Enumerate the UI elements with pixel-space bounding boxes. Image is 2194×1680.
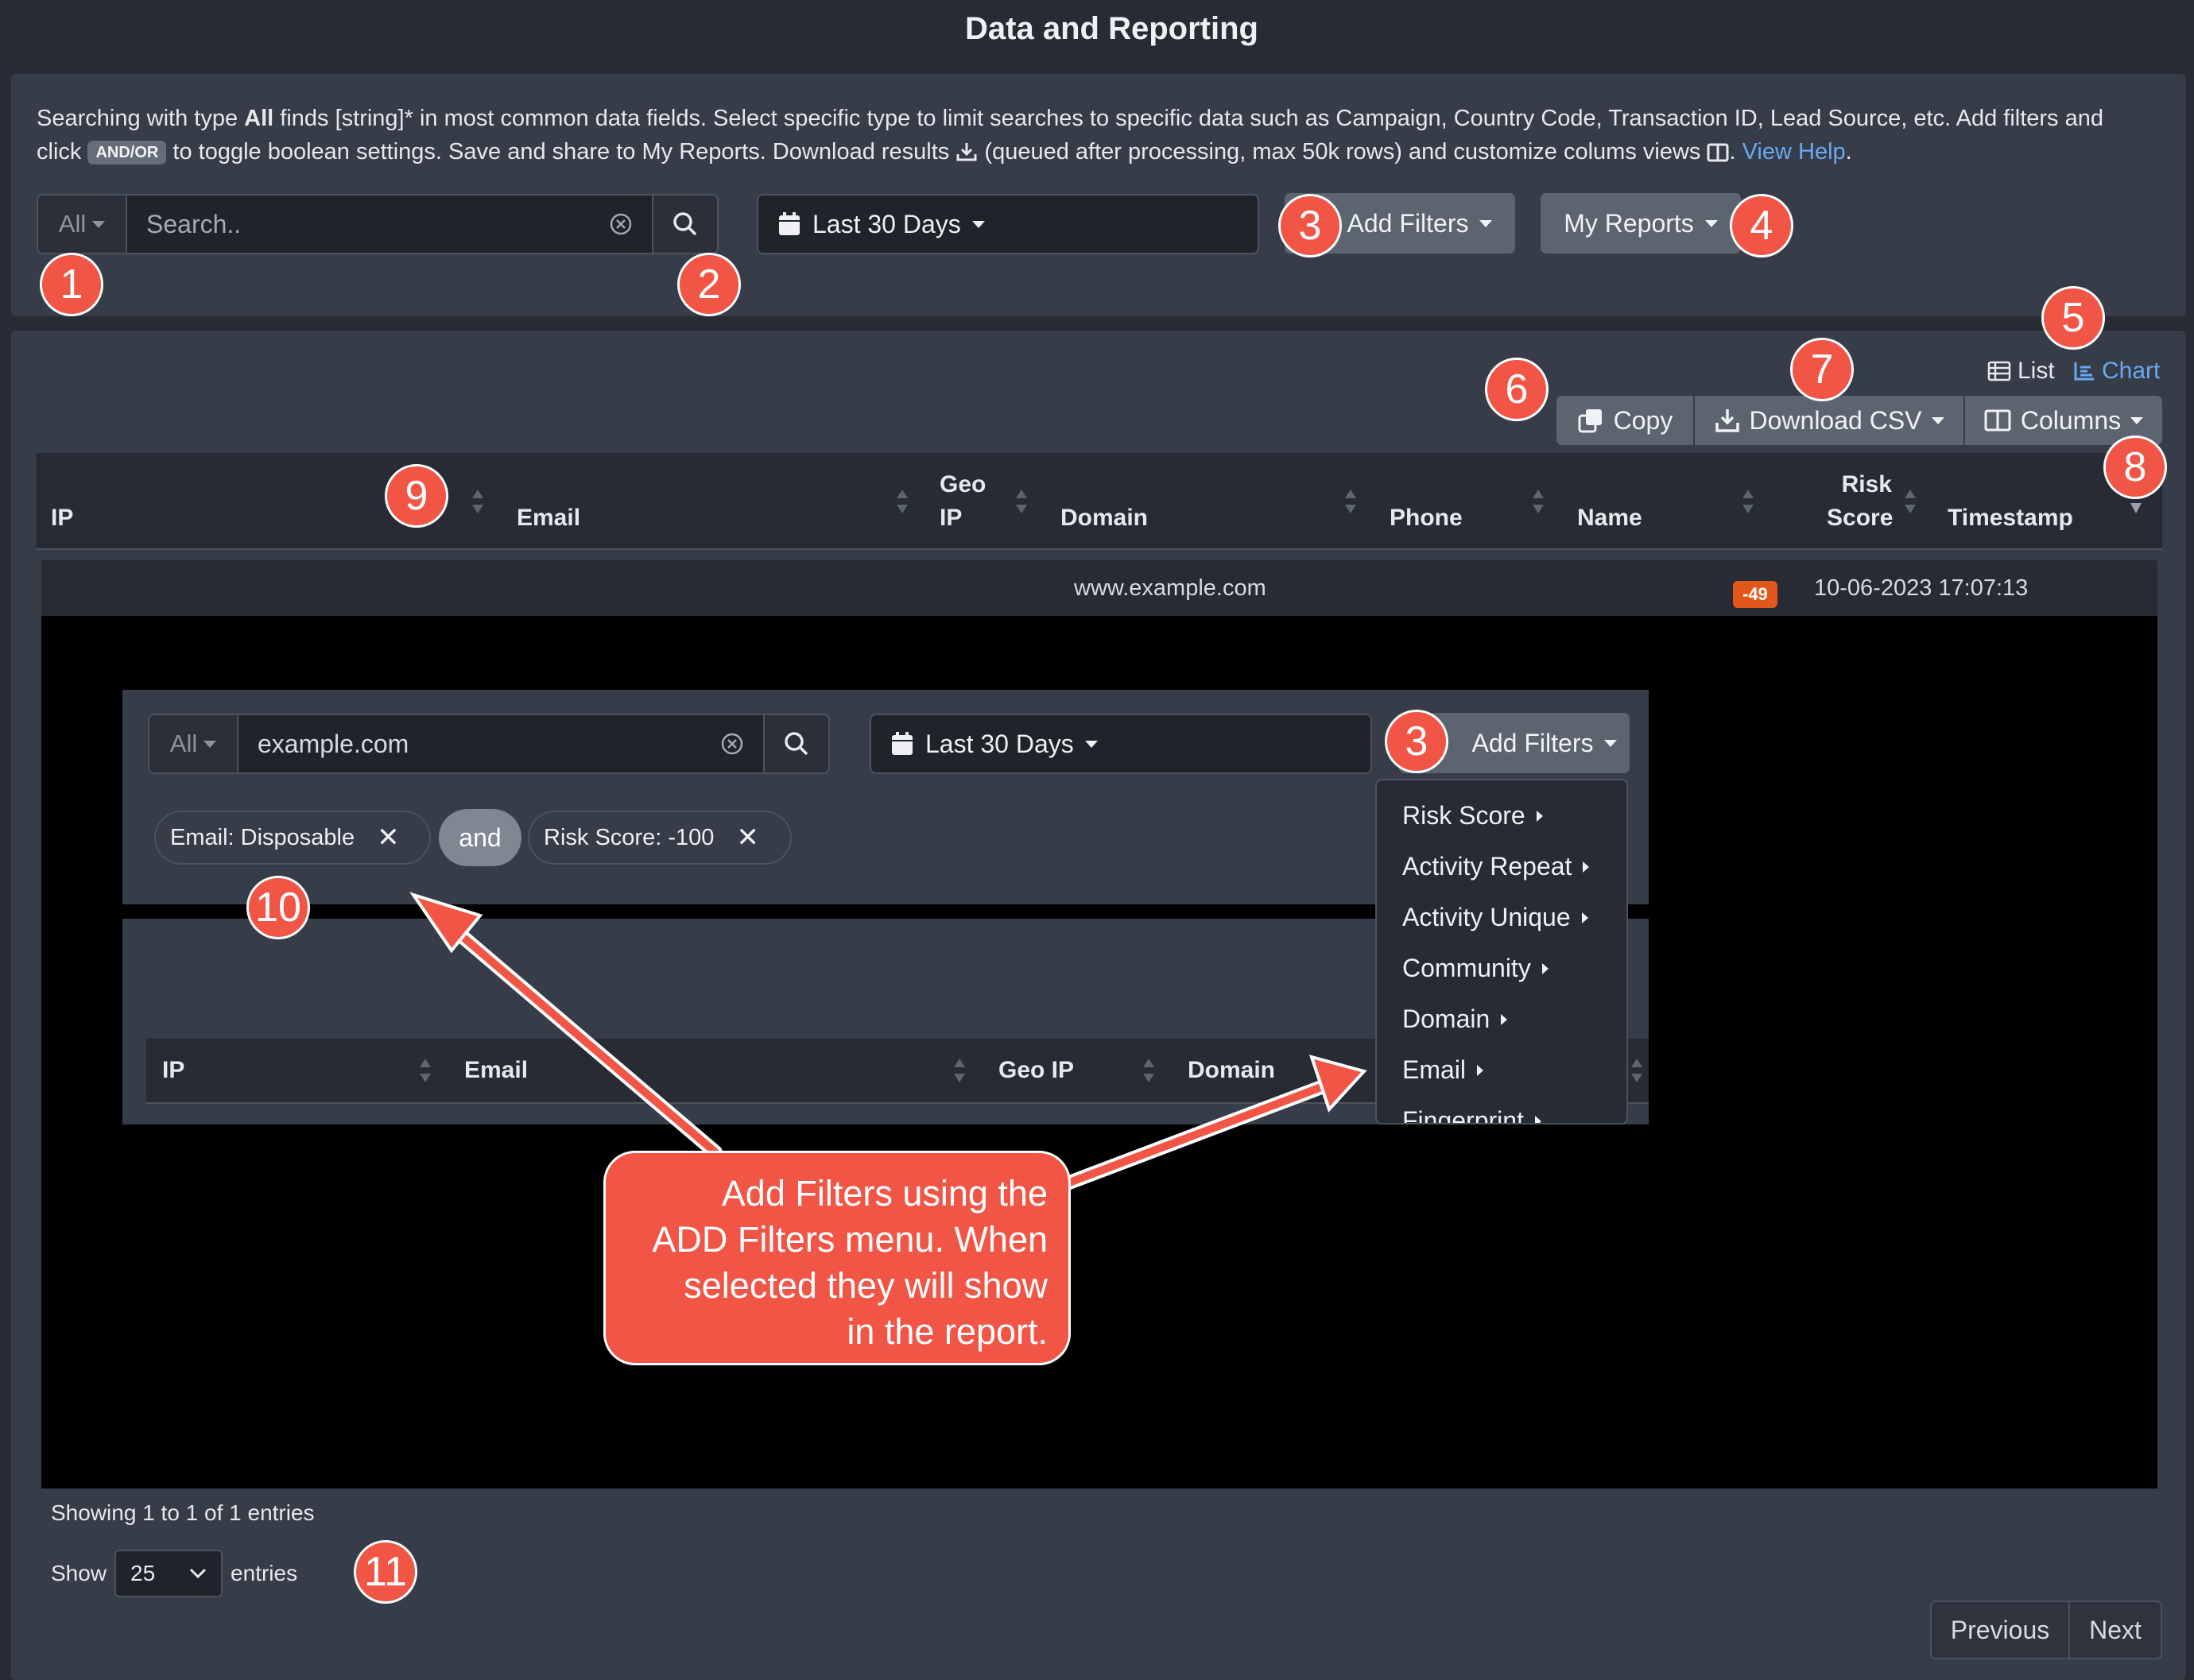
callout-line-1: Add Filters using the (721, 1173, 1048, 1214)
annotation-badge: 8 (2103, 435, 2167, 499)
annotation-badge: 2 (677, 253, 741, 316)
previous-page-button[interactable]: Previous (1930, 1601, 2070, 1659)
page-length-value: 25 (130, 1561, 156, 1585)
page-length-select[interactable]: 25 (114, 1550, 223, 1597)
annotation-badge: 5 (2041, 286, 2105, 350)
callout-line-2: ADD Filters menu. When (652, 1219, 1048, 1260)
show-label: Show (51, 1561, 107, 1585)
chevron-down-icon (189, 1568, 207, 1579)
annotation-badge: 3 (1385, 710, 1448, 773)
annotation-badge: 6 (1485, 358, 1549, 421)
next-page-button[interactable]: Next (2068, 1601, 2162, 1659)
annotation-badge: 1 (40, 253, 103, 316)
page-length-control: Show 25 entries (51, 1550, 297, 1597)
annotation-badge: 10 (246, 876, 310, 939)
callout-box: Add Filters using the ADD Filters menu. … (603, 1151, 1071, 1365)
table-info: Showing 1 to 1 of 1 entries (51, 1500, 315, 1525)
entries-label: entries (231, 1561, 298, 1585)
callout-line-3: selected they will show (684, 1265, 1048, 1306)
callout-line-4: in the report. (847, 1311, 1048, 1352)
annotation-badge: 11 (354, 1540, 417, 1604)
annotation-badge: 4 (1730, 194, 1793, 257)
annotation-badge: 7 (1790, 338, 1854, 401)
annotation-badge: 3 (1278, 194, 1342, 257)
annotation-badge: 9 (385, 464, 448, 528)
callout-arrows (409, 892, 1367, 1191)
